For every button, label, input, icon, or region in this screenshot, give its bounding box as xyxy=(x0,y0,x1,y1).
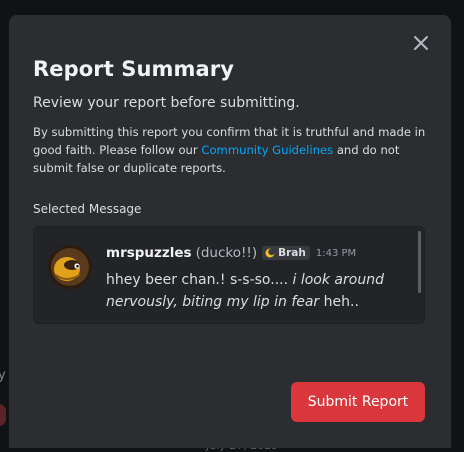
avatar[interactable] xyxy=(48,245,92,289)
report-summary-modal: Report Summary Review your report before… xyxy=(9,15,451,448)
close-button[interactable] xyxy=(411,33,431,53)
message-header: mrspuzzles (ducko!!) Brah 1:43 PM xyxy=(106,245,356,261)
server-tag-label: Brah xyxy=(278,247,306,259)
submit-report-button[interactable]: Submit Report xyxy=(291,382,425,422)
disclaimer-text: By submitting this report you confirm th… xyxy=(33,123,433,177)
selected-message-label: Selected Message xyxy=(33,202,142,216)
avatar-image xyxy=(48,245,92,289)
background-text: y xyxy=(0,368,6,383)
close-icon xyxy=(414,36,428,50)
message-text-end: heh.. xyxy=(319,294,359,310)
scrollbar[interactable] xyxy=(418,231,421,293)
modal-subtitle: Review your report before submitting. xyxy=(33,95,300,111)
message-username[interactable]: mrspuzzles xyxy=(106,245,192,261)
moon-icon xyxy=(265,248,275,258)
selected-message-card: mrspuzzles (ducko!!) Brah 1:43 PM hhey b… xyxy=(33,226,425,324)
message-timestamp: 1:43 PM xyxy=(315,247,357,259)
message-content: hhey beer chan.! s-s-so.... i look aroun… xyxy=(106,269,406,313)
background-badge xyxy=(0,404,6,426)
message-text: hhey beer chan.! s-s-so.... xyxy=(106,272,293,288)
message-nickname: (ducko!!) xyxy=(195,245,258,261)
community-guidelines-link[interactable]: Community Guidelines xyxy=(201,143,333,157)
server-tag[interactable]: Brah xyxy=(262,246,310,260)
modal-title: Report Summary xyxy=(33,57,235,81)
